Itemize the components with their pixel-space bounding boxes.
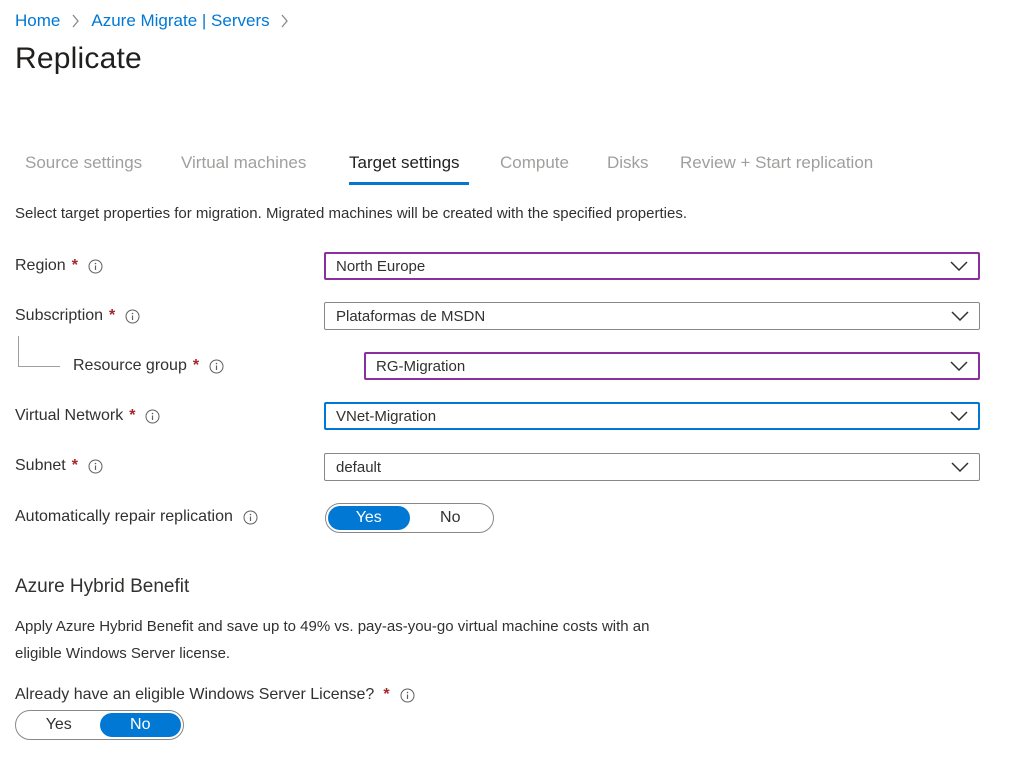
resource-group-dropdown[interactable]: RG-Migration [364, 352, 980, 380]
chevron-down-icon [950, 306, 970, 326]
page-description: Select target properties for migration. … [15, 205, 687, 222]
hybrid-benefit-description: Apply Azure Hybrid Benefit and save up t… [15, 618, 650, 662]
license-yes-option[interactable]: Yes [18, 713, 100, 737]
breadcrumb: Home Azure Migrate | Servers [15, 10, 301, 32]
breadcrumb-home-link[interactable]: Home [15, 11, 60, 31]
subscription-dropdown-value: Plataformas de MSDN [336, 307, 486, 325]
info-icon[interactable] [88, 259, 103, 274]
virtual-network-label: Virtual Network * [15, 405, 160, 427]
auto-repair-label: Automatically repair replication [15, 506, 258, 528]
license-toggle[interactable]: Yes No [15, 710, 184, 740]
tab-compute[interactable]: Compute [500, 153, 569, 173]
info-icon[interactable] [145, 409, 160, 424]
resource-group-label-text: Resource group [73, 357, 187, 374]
chevron-down-icon [950, 457, 970, 477]
chevron-down-icon [949, 356, 969, 376]
subnet-dropdown-value: default [336, 458, 382, 476]
required-indicator: * [109, 307, 116, 324]
region-label-text: Region [15, 257, 66, 274]
subnet-dropdown[interactable]: default [324, 453, 980, 481]
required-indicator: * [383, 686, 390, 703]
required-indicator: * [129, 407, 136, 424]
active-tab-indicator [349, 182, 469, 185]
tab-virtual-machines[interactable]: Virtual machines [181, 153, 306, 173]
info-icon[interactable] [243, 510, 258, 525]
chevron-right-icon [68, 14, 82, 28]
subscription-label-text: Subscription [15, 307, 104, 324]
license-question-label-text: Already have an eligible Windows Server … [15, 686, 375, 703]
required-indicator: * [192, 357, 200, 374]
info-icon[interactable] [88, 459, 103, 474]
region-label: Region * [15, 255, 103, 277]
required-indicator: * [71, 257, 78, 274]
license-no-option[interactable]: No [99, 713, 181, 737]
info-icon[interactable] [400, 688, 415, 703]
virtual-network-dropdown-value: VNet-Migration [336, 407, 437, 425]
tree-connector-vertical [18, 336, 19, 366]
hybrid-benefit-title: Azure Hybrid Benefit [15, 576, 190, 597]
tab-target-settings[interactable]: Target settings [349, 153, 460, 173]
resource-group-label: Resource group * [73, 355, 224, 377]
info-icon[interactable] [125, 309, 140, 324]
chevron-down-icon [949, 406, 969, 426]
tab-review-start-replication[interactable]: Review + Start replication [680, 153, 873, 173]
subscription-label: Subscription * [15, 305, 140, 327]
auto-repair-yes-option[interactable]: Yes [328, 506, 410, 530]
info-icon[interactable] [209, 359, 224, 374]
virtual-network-dropdown[interactable]: VNet-Migration [324, 402, 980, 430]
breadcrumb-azure-migrate-link[interactable]: Azure Migrate | Servers [91, 11, 269, 31]
license-question-label: Already have an eligible Windows Server … [15, 684, 415, 706]
region-dropdown[interactable]: North Europe [324, 252, 980, 280]
subnet-label: Subnet * [15, 455, 103, 477]
page-title: Replicate [15, 42, 142, 75]
auto-repair-no-option[interactable]: No [410, 506, 492, 530]
chevron-down-icon [949, 256, 969, 276]
resource-group-dropdown-value: RG-Migration [376, 357, 466, 375]
virtual-network-label-text: Virtual Network [15, 407, 124, 424]
tab-source-settings[interactable]: Source settings [25, 153, 142, 173]
auto-repair-label-text: Automatically repair replication [15, 508, 233, 525]
tree-connector-horizontal [18, 366, 60, 367]
chevron-right-icon [278, 14, 292, 28]
required-indicator: * [71, 457, 78, 474]
subnet-label-text: Subnet [15, 457, 66, 474]
tab-disks[interactable]: Disks [607, 153, 649, 173]
auto-repair-toggle[interactable]: Yes No [325, 503, 494, 533]
subscription-dropdown[interactable]: Plataformas de MSDN [324, 302, 980, 330]
region-dropdown-value: North Europe [336, 257, 426, 275]
